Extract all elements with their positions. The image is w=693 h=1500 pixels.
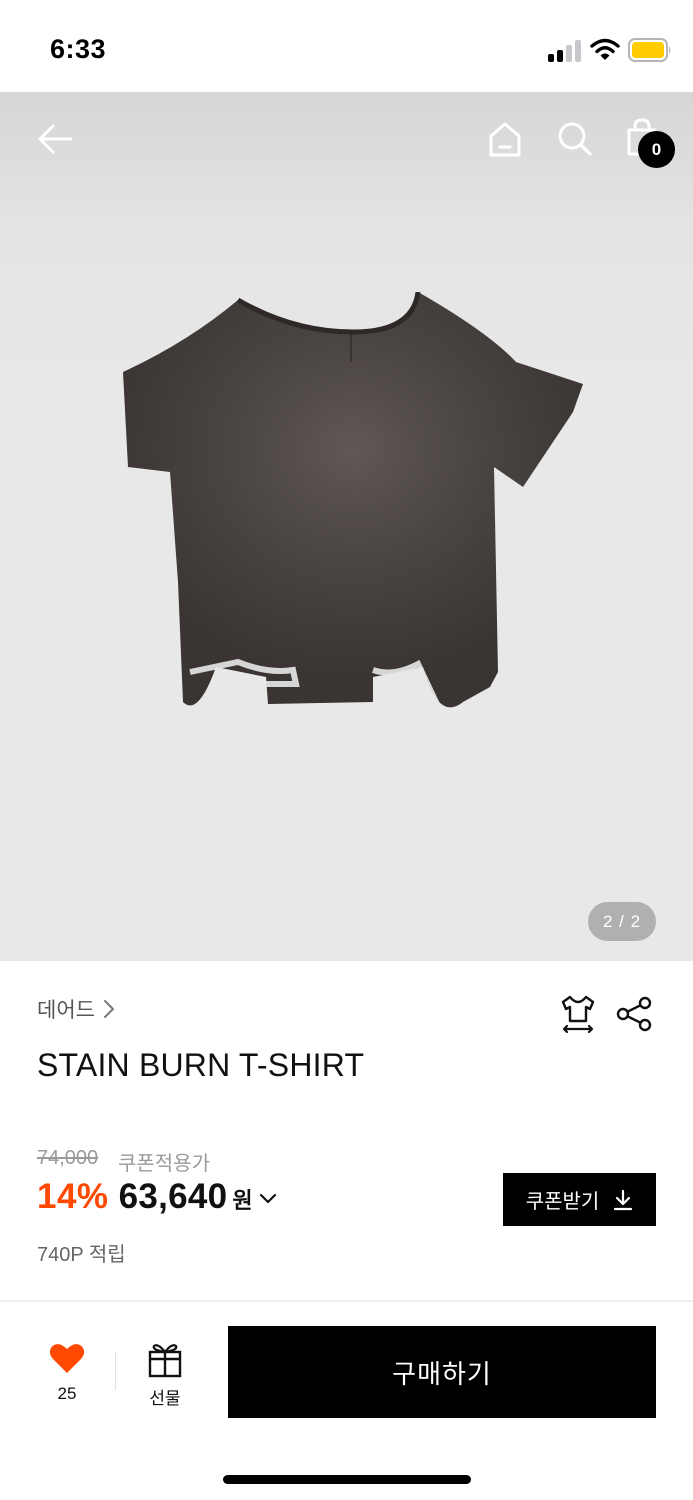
back-button[interactable]	[30, 114, 80, 164]
back-arrow-icon	[38, 124, 73, 154]
wifi-icon	[590, 38, 620, 60]
product-image	[123, 292, 583, 714]
price-dropdown[interactable]: 14% 63,640 원	[37, 1177, 277, 1217]
cart-count-badge: 0	[638, 131, 675, 168]
brand-name: 데어드	[37, 999, 95, 1022]
home-indicator[interactable]	[223, 1475, 471, 1484]
get-coupon-button[interactable]: 쿠폰받기	[503, 1173, 656, 1226]
buy-button[interactable]: 구매하기	[228, 1326, 656, 1418]
product-image-gallery[interactable]: 2 / 2	[0, 92, 693, 961]
currency-unit: 원	[232, 1187, 253, 1213]
gift-label: 선물	[149, 1389, 181, 1408]
coupon-button-label: 쿠폰받기	[525, 1191, 600, 1213]
discount-rate: 14%	[37, 1177, 109, 1216]
divider	[0, 1300, 693, 1302]
chevron-right-icon	[103, 1000, 114, 1018]
home-icon	[489, 122, 521, 157]
coupon-price-note: 쿠폰적용가	[118, 1153, 210, 1175]
battery-icon	[628, 38, 671, 62]
heart-icon	[49, 1344, 85, 1373]
size-guide-icon[interactable]	[558, 993, 598, 1035]
sale-price: 63,640	[118, 1177, 228, 1216]
download-icon	[614, 1189, 633, 1210]
status-time: 6:33	[50, 34, 107, 64]
search-button[interactable]	[550, 114, 600, 164]
share-icon[interactable]	[615, 996, 653, 1032]
chevron-down-icon	[259, 1193, 276, 1204]
divider	[115, 1352, 116, 1390]
gift-icon	[148, 1344, 182, 1378]
home-button[interactable]	[480, 114, 530, 164]
like-button[interactable]: 25	[40, 1342, 94, 1410]
reward-points: 740P 적립	[37, 1244, 126, 1266]
cellular-signal-icon	[548, 40, 582, 62]
gift-button[interactable]: 선물	[138, 1342, 192, 1410]
like-count: 25	[57, 1384, 77, 1403]
product-title: STAIN BURN T-SHIRT	[37, 1047, 365, 1083]
brand-link[interactable]: 데어드	[37, 994, 115, 1024]
status-bar: 6:33	[0, 0, 693, 92]
original-price: 74,000	[37, 1147, 99, 1169]
image-counter: 2 / 2	[588, 902, 656, 941]
search-icon	[558, 122, 592, 156]
